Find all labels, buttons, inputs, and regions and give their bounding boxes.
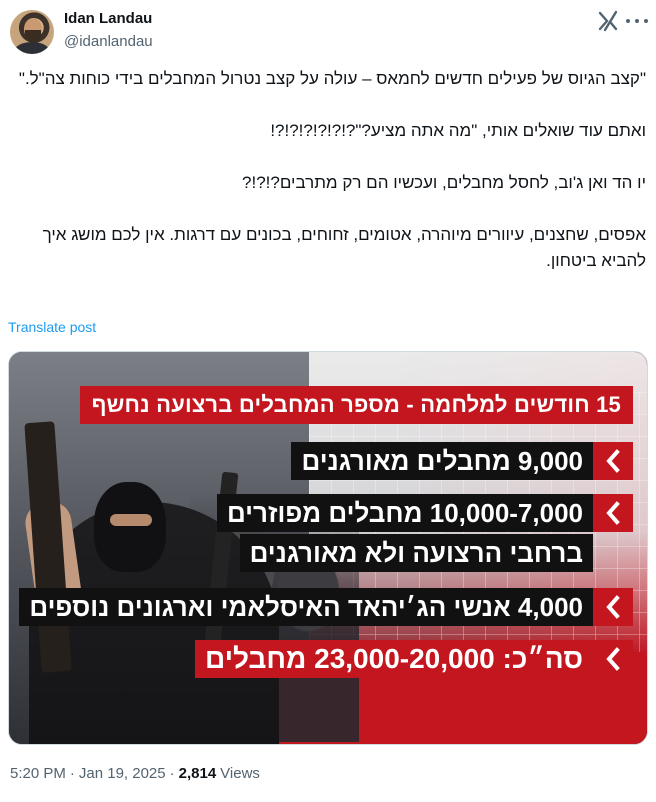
meta-separator: · <box>169 765 175 782</box>
chevron-left-icon <box>593 494 633 532</box>
views-label: Views <box>220 765 260 782</box>
stat-row-text: 10,000-7,000 מחבלים מפוזרים <box>216 494 593 532</box>
dot-icon <box>644 19 648 23</box>
views-count[interactable]: 2,814 <box>179 765 217 782</box>
stat-row: 4,000 אנשי הג׳יהאד האיסלאמי וארגונים נוס… <box>19 588 633 626</box>
avatar-beard <box>25 30 41 42</box>
stat-row-text: 9,000 מחבלים מאורגנים <box>291 442 593 480</box>
stat-row-continuation: ברחבי הרצועה ולא מאורגנים <box>239 534 593 572</box>
avatar-shirt <box>14 42 50 54</box>
grok-icon[interactable] <box>596 9 620 33</box>
post-time[interactable]: 5:20 PM <box>10 765 66 782</box>
fighter-head <box>94 482 166 572</box>
post-date[interactable]: Jan 19, 2025 <box>79 765 166 782</box>
translate-post-link[interactable]: Translate post <box>8 319 96 335</box>
tweet-paragraph: יו הד ואן ג'וב, לחסל מחבלים, ועכשיו הם ר… <box>242 173 646 192</box>
tweet-text: "קצב הגיוס של פעילים חדשים לחמאס – עולה … <box>12 66 646 274</box>
chevron-left-icon <box>593 588 633 626</box>
stat-row-text: 4,000 אנשי הג׳יהאד האיסלאמי וארגונים נוס… <box>19 588 593 626</box>
stat-row: 10,000-7,000 מחבלים מפוזרים <box>216 494 633 532</box>
tweet-paragraph: "קצב הגיוס של פעילים חדשים לחמאס – עולה … <box>18 69 646 88</box>
dot-icon <box>626 19 630 23</box>
tweet-meta: 5:20 PM · Jan 19, 2025 · 2,814 Views <box>10 765 260 782</box>
author-handle[interactable]: @idanlandau <box>64 33 153 50</box>
tweet-media-image[interactable]: 15 חודשים למלחמה - מספר המחבלים ברצועה נ… <box>8 351 648 745</box>
tweet-paragraph: ואתם עוד שואלים אותי, "מה אתה מציע?"?!?!… <box>270 121 646 140</box>
chevron-left-icon <box>593 640 633 678</box>
more-options-icon[interactable] <box>626 10 648 32</box>
chevron-left-icon <box>593 442 633 480</box>
meta-separator: · <box>69 765 75 782</box>
fighter-eyes <box>110 514 152 526</box>
author-name[interactable]: Idan Landau <box>64 10 152 27</box>
tweet-paragraph: אפסים, שחצנים, עיוורים מיוהרה, אטומים, ז… <box>42 225 646 270</box>
media-headline: 15 חודשים למלחמה - מספר המחבלים ברצועה נ… <box>79 386 633 424</box>
author-avatar[interactable] <box>10 10 54 54</box>
stat-row-total: סה״כ: 23,000-20,000 מחבלים <box>194 640 633 678</box>
stat-total-text: סה״כ: 23,000-20,000 מחבלים <box>204 643 583 674</box>
stat-row: 9,000 מחבלים מאורגנים <box>291 442 633 480</box>
dot-icon <box>635 19 639 23</box>
